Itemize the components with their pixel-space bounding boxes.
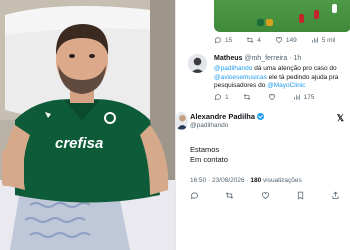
heart-icon: [268, 94, 275, 101]
hospital-photo: crefisa: [0, 0, 175, 250]
retweet-icon[interactable]: [225, 191, 234, 200]
like-count: 149: [285, 36, 297, 44]
reply-text: @padilhando dá uma atenção pro caso do @…: [214, 65, 350, 91]
heart-icon: [275, 37, 282, 44]
bookmark-icon[interactable]: [296, 191, 305, 200]
retweet-button[interactable]: [243, 93, 254, 101]
main-tweet-views-label: visualizações: [263, 177, 302, 184]
like-button[interactable]: 149: [275, 36, 297, 44]
views-button[interactable]: 175: [293, 93, 315, 101]
main-tweet-meta: 16:50 · 23/08/2026 · 180 visualizações: [190, 177, 302, 184]
reply-button[interactable]: 15: [214, 36, 232, 44]
reply-author-handle[interactable]: @mh_ferreira: [244, 55, 287, 62]
main-avatar-icon: [176, 112, 188, 130]
main-author-name: Alexandre Padilha: [190, 112, 256, 121]
x-logo-icon[interactable]: 𝕏: [337, 113, 344, 124]
share-icon[interactable]: [331, 191, 340, 200]
reply-icon: [214, 94, 221, 101]
reply-header: Matheus @mh_ferreira · 1h: [214, 55, 302, 62]
views-count: 5 mil: [321, 36, 336, 44]
reply-count: 15: [225, 36, 233, 44]
jersey-brand-text: crefisa: [55, 135, 103, 152]
hospital-photo-illustration: crefisa: [0, 0, 175, 250]
reply-count: 1: [225, 93, 229, 101]
retweet-icon: [246, 37, 254, 43]
main-tweet-line: Em contato: [190, 155, 228, 164]
heart-icon[interactable]: [261, 191, 270, 200]
main-tweet-line: Estamos: [190, 145, 220, 154]
reply-button[interactable]: 1: [214, 93, 229, 101]
retweet-count: 4: [257, 36, 261, 44]
main-tweet-avatar[interactable]: [176, 112, 188, 130]
reply-avatar-icon: [188, 54, 207, 73]
main-author-handle[interactable]: @padilhando: [190, 122, 228, 129]
views-button[interactable]: 5 mil: [311, 36, 336, 44]
reply-actions: 1 175: [214, 93, 314, 101]
like-button[interactable]: [268, 93, 279, 101]
main-tweet-timestamp[interactable]: 16:50 · 23/08/2026 ·: [190, 177, 249, 184]
views-icon: [312, 37, 318, 43]
reply-text-fragment: dá uma atenção pro caso do: [252, 65, 337, 72]
mention-link[interactable]: @MayoClinic: [267, 82, 305, 89]
mention-link[interactable]: @avioesemusicas: [214, 74, 267, 81]
main-tweet-actions: [190, 191, 340, 200]
main-tweet-text: Estamos Em contato: [190, 145, 228, 165]
views-count: 175: [303, 93, 315, 101]
reply-icon: [214, 37, 221, 44]
tweet-thread-panel: 15 4 149 5 mil Matheus @mh_ferreira · 1h…: [175, 0, 350, 250]
score-badges: [257, 19, 273, 26]
previous-tweet-media[interactable]: [214, 0, 350, 32]
retweet-button[interactable]: 4: [246, 36, 261, 44]
verified-badge-icon: [257, 113, 265, 120]
retweet-icon: [243, 94, 250, 100]
previous-tweet-actions: 15 4 149 5 mil: [214, 36, 335, 44]
reply-author-name[interactable]: Matheus: [214, 55, 242, 62]
main-tweet-views-count: 180: [250, 177, 262, 184]
reply-avatar[interactable]: [188, 54, 207, 73]
main-tweet-author[interactable]: Alexandre Padilha: [190, 112, 265, 121]
reply-time[interactable]: 1h: [294, 55, 302, 62]
mention-link[interactable]: @padilhando: [214, 65, 252, 72]
reply-icon[interactable]: [190, 191, 199, 200]
views-icon: [293, 94, 300, 100]
